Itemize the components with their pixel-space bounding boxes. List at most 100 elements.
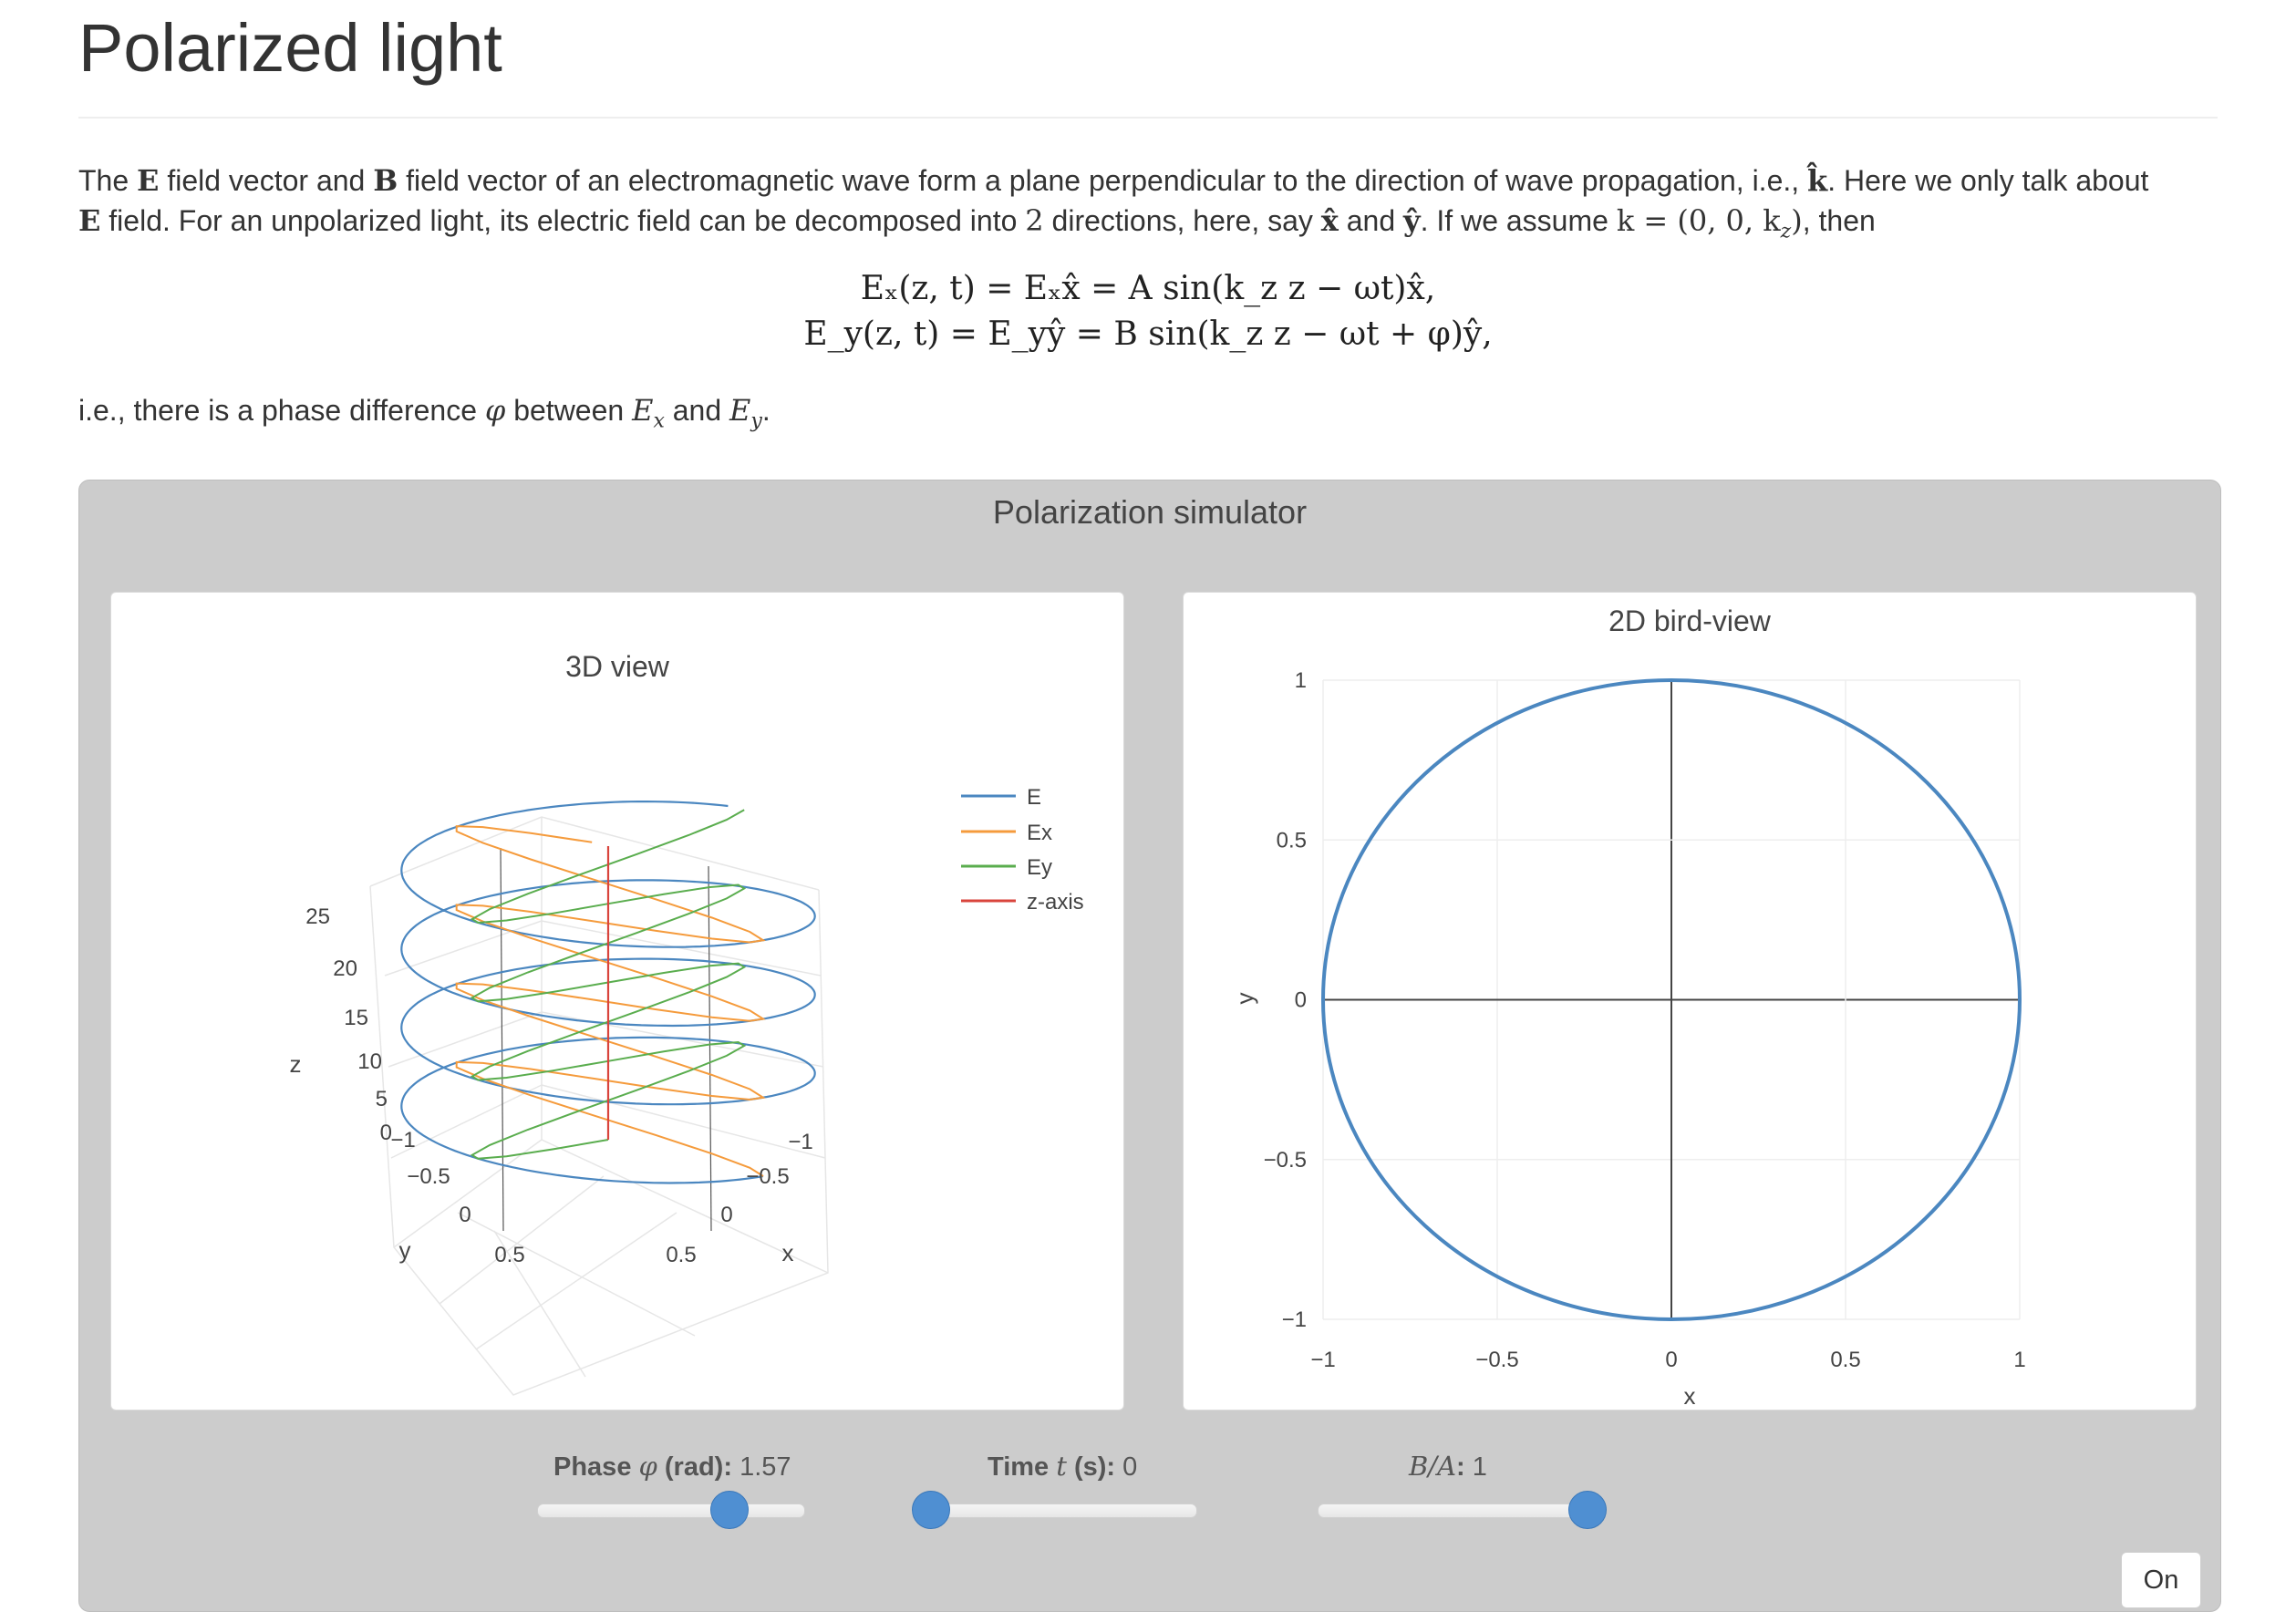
phase-value: 1.57 [739,1452,791,1482]
z-tick: 20 [333,956,357,981]
phase-symbol: φ [638,1451,657,1482]
bird-view-ticks: −1 1 −0.5 0.5 0 0 0.5 −0.5 1 −1 [1264,668,2026,1372]
y-tick: −1 [390,1128,415,1152]
view3d-plot[interactable]: 3D view E Ex Ey z-axis 25 20 15 10 5 0 z… [111,593,1123,1410]
y-tick-label: −1 [1282,1307,1307,1332]
view3d-z-ticks: 25 20 15 10 5 0 z [290,904,393,1145]
time-label-text: Time [988,1452,1050,1482]
legend-item-E[interactable]: E [961,785,1041,810]
x-tick-label: −0.5 [1475,1348,1518,1372]
view3d-title: 3D view [565,650,670,683]
view3d-legend[interactable]: E Ex Ey z-axis [961,785,1084,914]
y-tick: 0.5 [494,1243,524,1267]
phase-Ey-symbol: Ey [729,393,762,432]
z-tick: 5 [376,1087,388,1111]
x-tick-label: −1 [1310,1348,1335,1372]
phase-slider-track[interactable] [537,1491,805,1529]
y-tick: 0 [459,1203,471,1227]
page-title: Polarized light [78,10,502,86]
y-tick-label: −0.5 [1264,1148,1307,1173]
y-tick-label: 0 [1295,988,1307,1013]
phase-end: . [761,394,771,427]
y-tick-label: 1 [1295,668,1307,693]
legend-label-z-axis: z-axis [1027,890,1084,914]
phase-slider-handle[interactable] [710,1491,749,1529]
phase-slider-label: Phase φ (rad): 1.57 [553,1451,791,1483]
on-toggle-button[interactable]: On [2121,1552,2201,1608]
phase-text-2: between [513,394,625,427]
phase-Ex-symbol: Ex [632,393,665,432]
z-tick: 25 [305,904,330,929]
polarization-simulator: Polarization simulator 3D view E Ex Ey z… [78,480,2221,1612]
wave-equations: Eₓ(z, t) = Eₓx̂ = A sin(k_z z − ωt)x̂, E… [0,266,2296,357]
ratio-slider-label: B/A: 1 [1409,1451,1487,1483]
ratio-symbol: B/A [1409,1451,1457,1482]
view3d-y-ticks: −1 −0.5 0 0.5 y [390,1128,524,1267]
view3d-panel[interactable]: 3D view E Ex Ey z-axis 25 20 15 10 5 0 z… [110,592,1124,1410]
time-value: 0 [1122,1452,1138,1482]
ratio-slider-track[interactable] [1318,1491,1607,1529]
line2-two: 2 [1025,203,1044,238]
legend-label-Ex: Ex [1027,821,1052,845]
intro-E-symbol: E [137,163,160,198]
x-tick-label: 1 [2013,1348,2025,1372]
ratio-unit: : [1456,1452,1465,1482]
k-eq-end: ) [1791,203,1803,238]
line2-E-symbol: E [78,203,101,238]
line2-text-4: . If we assume [1420,204,1608,237]
line2-k-equation: k = (0, 0, kz) [1616,203,1803,243]
phase-unit: (rad): [664,1452,732,1482]
x-tick-label: 0 [1665,1348,1677,1372]
phase-label-text: Phase [553,1452,632,1482]
z-axis-title: z [290,1050,302,1078]
line2-text-3: directions, here, say [1051,204,1313,237]
phase-paragraph: i.e., there is a phase difference φ betw… [78,390,2212,441]
equation-ex: Eₓ(z, t) = Eₓx̂ = A sin(k_z z − ωt)x̂, [860,270,1436,307]
bird-x-axis-title: x [1684,1382,1696,1410]
line2-x-hat: x̂ [1320,203,1339,238]
time-slider-label: Time t (s): 0 [988,1451,1137,1483]
bird-view-grid [1322,679,2021,1320]
intro-text-1: The [78,164,129,197]
z-tick: 15 [344,1006,368,1030]
intro-B-symbol: B [373,163,398,198]
time-slider-handle[interactable] [912,1491,950,1529]
time-slider-track[interactable] [911,1491,1197,1529]
phase-text-1: i.e., there is a phase difference [78,394,478,427]
line2-y-hat: ŷ [1403,203,1421,238]
time-unit: (s): [1073,1452,1116,1482]
ratio-slider-handle[interactable] [1568,1491,1607,1529]
bird-view-panel[interactable]: 2D bird-view −1 1 −0.5 0.5 0 0 0.5 −0.5 1 −1 x y [1183,592,2197,1410]
legend-item-z-axis[interactable]: z-axis [961,890,1084,914]
simulator-title: Polarization simulator [992,493,1308,531]
bird-view-title: 2D bird-view [1608,604,1772,637]
line2-text-1: field. For an unpolarized light, its ele… [109,204,1018,237]
phase-phi-symbol: φ [484,393,506,428]
intro-paragraph: The E field vector and B field vector of… [78,160,2212,252]
view3d-x-ticks: −1 −0.5 0 0.5 x [666,1130,812,1267]
x-tick: 0.5 [666,1243,696,1267]
bird-view-plot[interactable]: 2D bird-view −1 1 −0.5 0.5 0 0 0.5 −0.5 1 −1 x y [1184,593,2196,1410]
x-tick: 0 [720,1203,732,1227]
bird-y-axis-title: y [1231,993,1258,1005]
k-eq-text: k = (0, 0, k [1616,203,1781,238]
intro-text-2: field vector and [167,164,366,197]
view3d-traces [400,801,816,1184]
x-axis-title: x [782,1239,794,1266]
intro-text-3: field vector of an electromagnetic wave … [406,164,1800,197]
Ex-sub: x [653,409,665,433]
legend-item-Ey[interactable]: Ey [961,855,1052,880]
legend-item-Ex[interactable]: Ex [961,821,1052,845]
legend-label-Ey: Ey [1027,855,1052,880]
line2-text-5: , then [1802,204,1876,237]
legend-label-E: E [1027,785,1041,810]
k-eq-sub: z [1780,220,1792,243]
page: Polarized light The E field vector and B… [0,0,2296,1612]
Ey-sub: y [750,409,762,433]
x-tick-label: 0.5 [1830,1348,1860,1372]
ratio-value: 1 [1472,1452,1487,1482]
intro-text-4: . Here we only talk about [1827,164,2149,197]
title-divider [78,117,2218,119]
phase-and: and [672,394,722,427]
view3d-grid [369,816,829,1396]
